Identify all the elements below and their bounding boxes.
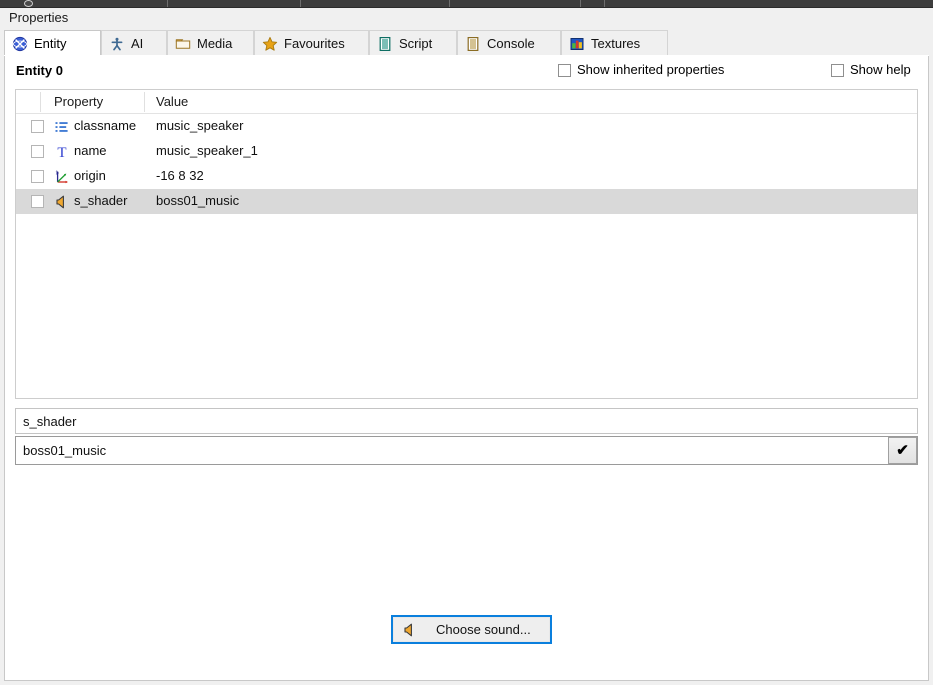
tab-script[interactable]: Script <box>369 30 457 56</box>
property-value-input[interactable]: boss01_music ✔ <box>15 436 918 465</box>
tab-textures[interactable]: Textures <box>561 30 668 56</box>
active-tab-underline <box>4 55 929 56</box>
svg-text:1: 1 <box>55 171 58 177</box>
script-doc-icon <box>377 36 393 52</box>
app-toolbar-strip <box>0 0 933 8</box>
property-rows: classname music_speaker T name music_spe… <box>16 114 917 214</box>
property-value: boss01_music <box>156 193 240 208</box>
star-icon <box>262 36 278 52</box>
property-name: classname <box>74 118 137 133</box>
table-row[interactable]: classname music_speaker <box>16 114 917 139</box>
folder-icon <box>175 36 191 52</box>
choose-sound-label: Choose sound... <box>436 622 531 637</box>
ai-person-icon <box>109 36 125 52</box>
show-inherited-properties-checkbox[interactable]: Show inherited properties <box>558 63 724 77</box>
toolbar-separator <box>580 0 581 7</box>
property-name: name <box>74 143 107 158</box>
property-name: origin <box>74 168 106 183</box>
toolbar-separator <box>604 0 605 7</box>
row-checkbox[interactable] <box>31 145 44 158</box>
property-list[interactable]: Property Value classname music_speaker T… <box>15 89 918 399</box>
apply-button[interactable]: ✔ <box>888 437 917 464</box>
tab-console[interactable]: Console <box>457 30 561 56</box>
column-header-value[interactable]: Value <box>156 94 188 109</box>
axis-icon: 1 <box>54 169 70 185</box>
property-value-text: boss01_music <box>23 443 107 458</box>
panel-title: Properties <box>9 10 69 25</box>
column-header-property[interactable]: Property <box>54 94 103 109</box>
tab-entity-label: Entity <box>34 36 67 51</box>
tab-favourites-label: Favourites <box>284 36 345 51</box>
toolbar-separator <box>300 0 301 7</box>
list-icon <box>54 119 70 135</box>
checkbox-box[interactable] <box>831 63 844 77</box>
table-row[interactable]: T name music_speaker_1 <box>16 139 917 164</box>
tab-console-label: Console <box>487 36 535 51</box>
row-checkbox[interactable] <box>31 195 44 208</box>
tab-favourites[interactable]: Favourites <box>254 30 369 56</box>
property-value: -16 8 32 <box>156 168 204 183</box>
tab-ai[interactable]: AI <box>101 30 167 56</box>
properties-panel: Properties Entity AI Media Favourites Sc… <box>0 8 933 685</box>
toolbar-knob-icon <box>24 0 33 7</box>
tab-media-label: Media <box>197 36 233 51</box>
column-divider[interactable] <box>144 92 145 112</box>
row-checkbox[interactable] <box>31 170 44 183</box>
property-value: music_speaker <box>156 118 244 133</box>
speaker-icon <box>54 194 70 210</box>
speaker-icon <box>402 622 418 638</box>
svg-text:T: T <box>57 145 66 161</box>
show-help-checkbox[interactable]: Show help <box>831 63 911 77</box>
entity-globe-icon <box>12 36 28 52</box>
property-list-header: Property Value <box>16 90 917 114</box>
property-key-value: s_shader <box>23 414 77 429</box>
entity-header: Entity 0 Show inherited properties Show … <box>5 56 928 86</box>
properties-panel-window: Properties Entity AI Media Favourites Sc… <box>0 0 933 685</box>
choose-sound-button-inner: Choose sound... <box>393 617 550 642</box>
checkbox-box[interactable] <box>558 63 571 77</box>
table-row[interactable]: s_shader boss01_music <box>16 189 917 214</box>
tab-textures-label: Textures <box>591 36 641 51</box>
property-key-input[interactable]: s_shader <box>15 408 918 434</box>
toolbar-separator <box>167 0 168 7</box>
textures-icon <box>569 36 585 52</box>
tab-bar: Entity AI Media Favourites Script Consol… <box>4 30 929 56</box>
property-value: music_speaker_1 <box>156 143 258 158</box>
column-divider[interactable] <box>40 92 41 112</box>
property-name: s_shader <box>74 193 128 208</box>
choose-sound-button[interactable]: Choose sound... <box>391 615 552 644</box>
entity-tab-content: Entity 0 Show inherited properties Show … <box>4 56 929 681</box>
toolbar-separator <box>449 0 450 7</box>
tab-ai-label: AI <box>131 36 144 51</box>
table-row[interactable]: 1 origin -16 8 32 <box>16 164 917 189</box>
console-doc-icon <box>465 36 481 52</box>
panel-titlebar: Properties <box>0 8 933 27</box>
tab-media[interactable]: Media <box>167 30 254 56</box>
show-help-label: Show help <box>850 62 911 77</box>
tab-script-label: Script <box>399 36 433 51</box>
entity-title: Entity 0 <box>16 63 63 78</box>
check-icon: ✔ <box>896 442 909 459</box>
row-checkbox[interactable] <box>31 120 44 133</box>
tab-entity[interactable]: Entity <box>4 30 101 56</box>
window-bottom-edge <box>0 681 933 685</box>
show-inherited-properties-label: Show inherited properties <box>577 62 725 77</box>
text-t-icon: T <box>54 144 70 161</box>
